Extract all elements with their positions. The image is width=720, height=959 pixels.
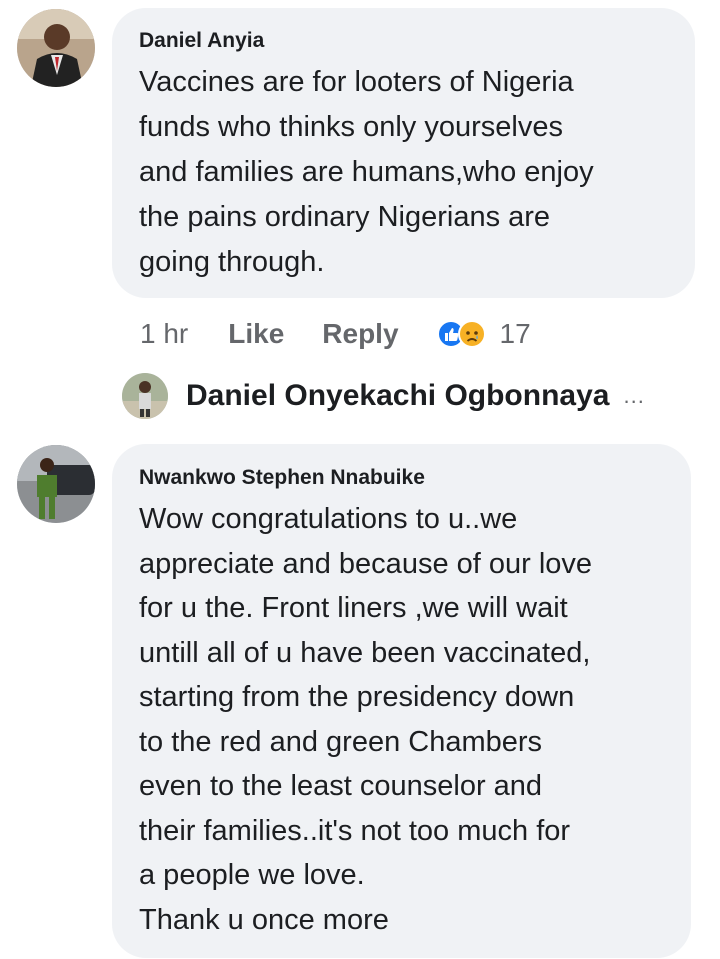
comment-bubble: Daniel Anyia Vaccines are for looters of… xyxy=(112,8,695,298)
reply-summary[interactable]: Daniel Onyekachi Ogbonnaya ... xyxy=(122,372,645,420)
avatar[interactable] xyxy=(17,445,95,523)
reaction-count: 17 xyxy=(499,318,531,349)
like-button[interactable]: Like xyxy=(228,318,284,350)
comment-actions: 1 hr Like Reply 17 xyxy=(140,312,531,356)
comment-bubble: Nwankwo Stephen Nnabuike Wow congratulat… xyxy=(112,444,691,958)
sad-icon xyxy=(457,320,486,348)
profile-photo-icon xyxy=(17,9,95,87)
comment-timestamp[interactable]: 1 hr xyxy=(140,318,188,350)
reply-author-name[interactable]: Daniel Onyekachi Ogbonnaya xyxy=(186,379,609,413)
reply-avatar xyxy=(122,373,168,419)
profile-photo-icon xyxy=(17,445,95,523)
avatar[interactable] xyxy=(17,9,95,87)
comment-author[interactable]: Nwankwo Stephen Nnabuike xyxy=(139,465,667,491)
more-replies-indicator: ... xyxy=(623,383,645,408)
comment-author[interactable]: Daniel Anyia xyxy=(139,28,671,54)
comment-text: Wow congratulations to u..we appreciate … xyxy=(139,503,593,936)
comment-text: Vaccines are for looters of Nigeria fund… xyxy=(139,66,594,278)
profile-photo-icon xyxy=(122,373,168,419)
reaction-summary[interactable]: 17 xyxy=(436,318,531,350)
reply-button[interactable]: Reply xyxy=(322,318,398,350)
